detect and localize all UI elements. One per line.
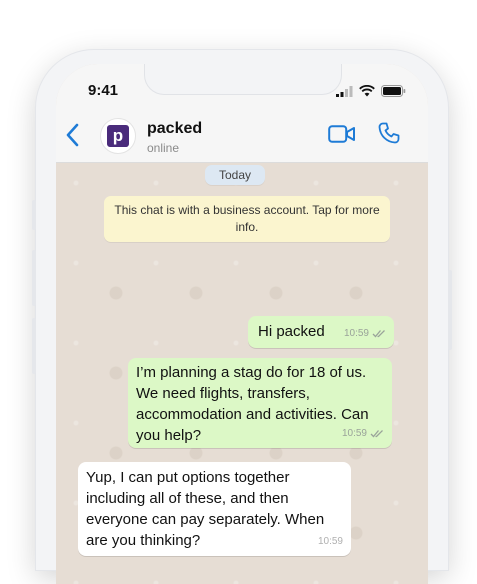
contact-status: online <box>147 141 180 155</box>
back-chevron-icon[interactable] <box>66 123 80 147</box>
side-button <box>448 270 452 350</box>
status-icons <box>336 85 406 97</box>
message-time: 10:59 <box>341 428 367 439</box>
status-time: 9:41 <box>88 82 119 99</box>
double-check-icon <box>370 430 383 438</box>
side-button <box>32 200 36 230</box>
message-meta: 10:59 <box>342 423 384 444</box>
business-account-notice[interactable]: This chat is with a business account. Ta… <box>104 196 390 242</box>
message-text: Yup, I can put options together includin… <box>86 469 325 549</box>
message-bubble-outgoing[interactable]: Hi packed 10:59 <box>248 316 394 348</box>
status-bar: 9:41 <box>56 64 428 108</box>
video-call-icon[interactable] <box>328 125 356 143</box>
battery-icon <box>381 85 406 97</box>
message-text: Hi packed <box>258 323 325 340</box>
double-check-icon <box>372 330 385 338</box>
phone-screen: 9:41 p packed online Today This chat is … <box>56 64 428 584</box>
message-bubble-outgoing[interactable]: I’m planning a stag do for 18 of us. We … <box>128 358 392 448</box>
contact-name[interactable]: packed <box>147 120 202 138</box>
avatar[interactable]: p <box>100 118 136 154</box>
date-separator: Today <box>205 165 265 185</box>
message-time: 10:59 <box>343 328 369 339</box>
message-time: 10:59 <box>317 536 343 547</box>
side-button <box>32 318 36 374</box>
notch <box>144 64 342 95</box>
chat-header: p packed online <box>56 108 428 163</box>
wifi-icon <box>359 85 375 97</box>
side-button <box>32 250 36 306</box>
message-bubble-incoming[interactable]: Yup, I can put options together includin… <box>78 462 351 556</box>
message-meta: 10:59 <box>344 323 386 344</box>
phone-frame: 9:41 p packed online Today This chat is … <box>32 50 452 584</box>
signal-icon <box>336 86 353 97</box>
message-meta: 10:59 <box>318 531 343 552</box>
phone-call-icon[interactable] <box>378 122 400 144</box>
avatar-letter: p <box>107 125 129 147</box>
